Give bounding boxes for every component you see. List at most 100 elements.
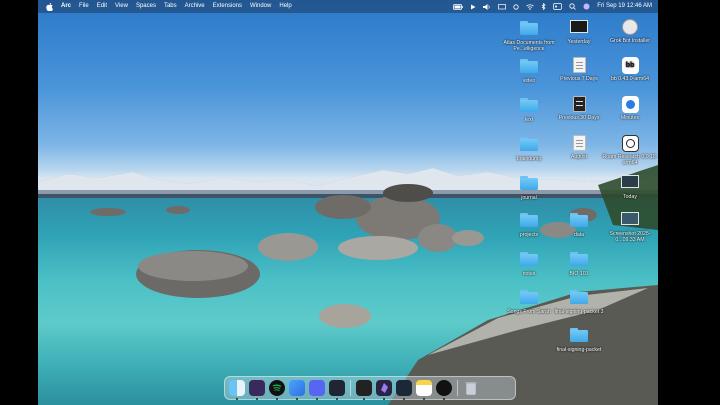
desktop-icon-braindump[interactable]: braindump — [501, 135, 557, 162]
desktop-icon-notes[interactable]: notes — [501, 250, 557, 277]
folder-icon — [570, 213, 588, 227]
desktop-icon-grok-bot-installer[interactable]: Grok Bot Installer — [602, 19, 658, 44]
sync-icon[interactable] — [513, 3, 519, 10]
obsidian-icon[interactable] — [376, 380, 392, 400]
display-icon[interactable] — [498, 3, 507, 10]
menu-tabs[interactable]: Tabs — [164, 0, 177, 13]
desktop-screen: Arc File Edit View Spaces Tabs Archive E… — [38, 0, 658, 405]
desktop-icon-text[interactable]: text — [501, 96, 557, 123]
desktop-icon-label: Today — [623, 194, 637, 200]
desktop-icon-final-signing-packet[interactable]: final-signing-packet — [551, 326, 607, 353]
folder-icon — [570, 252, 588, 266]
desktop-icon-yesterday[interactable]: Yesterday — [551, 19, 607, 45]
folder-icon — [520, 290, 538, 304]
notes-icon[interactable] — [416, 380, 432, 400]
menu-window[interactable]: Window — [250, 0, 271, 13]
desktop-icon-journal[interactable]: journal — [501, 174, 557, 201]
desktop-icon-today[interactable]: Today — [602, 174, 658, 200]
menu-edit[interactable]: Edit — [97, 0, 107, 13]
wifi-icon[interactable] — [526, 3, 535, 10]
desktop-icon-previous-7-days[interactable]: Previous 7 Days — [551, 57, 607, 82]
search-icon[interactable] — [569, 3, 577, 10]
disk-image-icon — [622, 19, 638, 35]
roam-app-icon — [621, 135, 639, 152]
desktop-icon-bb[interactable]: bb bb 0.43.0-arm64 — [602, 57, 658, 82]
desktop-icon-label: August — [570, 154, 588, 160]
trash-icon[interactable] — [463, 380, 479, 396]
document-stack-icon — [572, 135, 586, 151]
menu-help[interactable]: Help — [279, 0, 291, 13]
cursor-icon[interactable] — [356, 380, 372, 400]
spotify-icon[interactable] — [269, 380, 285, 400]
desktop-icon-final-signing-packet-3[interactable]: final-signing-packet 3 — [551, 288, 607, 315]
desktop-icon-atlas-documents[interactable]: Atlas Documents from Pe...elligence — [501, 19, 557, 53]
desktop-icon-previous-30-days[interactable]: Previous 30 Days — [551, 96, 607, 121]
dock-separator — [350, 380, 351, 396]
folder-icon — [520, 252, 538, 266]
minutes-app-icon — [621, 96, 639, 113]
desktop-icon-label: Previous 30 Days — [558, 115, 600, 121]
desktop-icon-projects[interactable]: projects — [501, 211, 557, 238]
desktop-icon-roam-research[interactable]: Roam Research 0.0.18-arm64 — [602, 135, 658, 167]
desktop-icon-screenshot[interactable]: Screenshot 2025-0...09.33 AM — [602, 211, 658, 244]
notion-like-icon[interactable] — [249, 380, 265, 400]
menu-archive[interactable]: Archive — [185, 0, 205, 13]
volume-icon[interactable] — [483, 3, 491, 10]
desktop-icon-label: projects — [519, 232, 539, 238]
menu-arc[interactable]: Arc — [61, 0, 71, 13]
folder-icon — [570, 290, 588, 304]
sublime-icon[interactable] — [396, 380, 412, 400]
desktop-icon-label: Screenshot 2025-0...09.33 AM — [609, 231, 651, 244]
menu-view[interactable]: View — [115, 0, 128, 13]
desktop-icon-label: Songs From Sarah — [507, 309, 551, 315]
menu-file[interactable]: File — [79, 0, 89, 13]
arc-icon[interactable] — [289, 380, 305, 400]
terminal-icon[interactable] — [329, 380, 345, 400]
document-stack-icon — [572, 57, 586, 73]
desktop-icon-label: data — [573, 232, 585, 238]
chatgpt-icon[interactable] — [436, 380, 452, 400]
desktop-icon-label: final-signing-packet — [556, 347, 602, 353]
desktop-icon-label: Yesterday — [567, 39, 591, 45]
desktop-icon-label: journal — [521, 195, 537, 201]
folder-icon — [520, 21, 538, 35]
desktop-icon-label: bb 0.43.0-arm64 — [610, 76, 650, 82]
bb-app-icon: bb — [621, 57, 639, 74]
desktop-icon-august[interactable]: August — [551, 135, 607, 160]
menubar-clock[interactable]: Fri Sep 19 12:46 AM — [597, 0, 652, 13]
finder-icon[interactable] — [229, 380, 245, 400]
desktop-icon-minutes[interactable]: Minutes — [602, 96, 658, 121]
screenshot-stack-icon — [621, 175, 639, 188]
control-center-icon[interactable] — [553, 3, 563, 10]
document-stack-icon — [572, 96, 586, 112]
folder-icon — [520, 176, 538, 190]
play-icon[interactable] — [470, 4, 476, 10]
desktop-icon-video[interactable]: video — [501, 57, 557, 84]
folder-icon — [520, 137, 538, 151]
folder-icon — [570, 328, 588, 342]
desktop-icon-label: notes — [522, 271, 536, 277]
battery-icon[interactable] — [453, 3, 463, 10]
menu-spaces[interactable]: Spaces — [136, 0, 156, 13]
folder-icon — [520, 98, 538, 112]
desktop-icon-label: braindump — [516, 156, 542, 162]
dock — [224, 376, 516, 400]
dock-separator — [457, 380, 458, 396]
desktop-icon-label: Grok Bot Installer — [609, 38, 651, 44]
desktop-icon-label: video — [522, 78, 536, 84]
bluetooth-icon[interactable] — [541, 3, 546, 10]
siri-icon[interactable] — [583, 3, 590, 10]
screenshot-icon — [621, 212, 639, 225]
desktop-icon-label: Previous 7 Days — [560, 76, 598, 82]
desktop-icon-label: text — [524, 117, 534, 123]
discord-icon[interactable] — [309, 380, 325, 400]
desktop-icon-label: Roam Research 0.0.18-arm64 — [602, 154, 658, 167]
apple-menu-icon[interactable] — [46, 2, 53, 11]
desktop-icon-label: final-signing-packet 3 — [554, 309, 604, 315]
desktop-icon-songs-from-sarah[interactable]: Songs From Sarah — [501, 288, 557, 315]
desktop-icon-label: Atlas Documents from Pe...elligence — [503, 40, 555, 53]
menu-extensions[interactable]: Extensions — [213, 0, 242, 13]
menu-bar: Arc File Edit View Spaces Tabs Archive E… — [38, 0, 658, 13]
desktop-icon-data[interactable]: data — [551, 211, 607, 238]
desktop-icon-bio-101[interactable]: BIO 101 — [551, 250, 607, 277]
